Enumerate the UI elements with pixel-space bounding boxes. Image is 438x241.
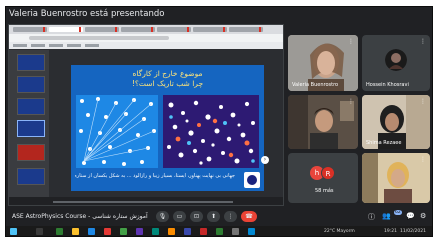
meet-window: Valeria Buenrostro está presentando موضو… bbox=[5, 6, 433, 237]
browser-tabs bbox=[9, 25, 283, 34]
participant-tile[interactable]: ⋮ bbox=[362, 153, 430, 203]
next-slide-icon[interactable]: › bbox=[261, 156, 269, 164]
windows-start-icon[interactable] bbox=[10, 228, 17, 235]
slide-caption: جهانی بی نهایت پهناور، ایستا، بسیار زیبا… bbox=[75, 173, 235, 179]
close-icon[interactable] bbox=[151, 27, 153, 32]
camera-button[interactable]: ▭ bbox=[173, 211, 186, 222]
app-icon[interactable] bbox=[232, 228, 239, 235]
participant-name: Shima Rezaee bbox=[366, 140, 402, 146]
menu-item[interactable] bbox=[67, 44, 81, 47]
close-icon[interactable] bbox=[223, 27, 225, 32]
close-icon[interactable] bbox=[115, 27, 117, 32]
participant-tile[interactable]: Hossein Khosravi ⋮ bbox=[362, 35, 430, 91]
more-options-button[interactable]: ⋮ bbox=[224, 211, 237, 222]
leave-call-button[interactable]: ☎ bbox=[241, 211, 257, 222]
current-slide: موضوع خارج از کارگاه چرا شب تاریک است؟! bbox=[71, 65, 264, 191]
clock-date[interactable]: 11/02/2021 bbox=[400, 229, 426, 234]
people-count-badge: 62 bbox=[394, 210, 402, 215]
star-lines-illustration bbox=[76, 95, 158, 168]
more-options-icon[interactable]: ⋮ bbox=[348, 98, 354, 105]
more-options-icon[interactable]: ⋮ bbox=[420, 98, 426, 105]
others-tile[interactable]: h R 58 más bbox=[288, 153, 358, 203]
slide-thumbnail[interactable] bbox=[17, 98, 45, 115]
browser-tab[interactable] bbox=[13, 27, 47, 32]
close-icon[interactable] bbox=[79, 27, 81, 32]
app-icon[interactable] bbox=[56, 228, 63, 235]
slides-menubar bbox=[9, 42, 283, 49]
browser-tab[interactable] bbox=[193, 27, 227, 32]
call-controls-bar: ASE AstroPhysics Course - آموزش ستاره شن… bbox=[6, 207, 432, 226]
shared-screen: موضوع خارج از کارگاه چرا شب تاریک است؟! bbox=[8, 24, 284, 206]
participant-name: Valeria Buenrostro bbox=[292, 82, 339, 88]
browser-tab[interactable] bbox=[85, 27, 119, 32]
excel-icon[interactable] bbox=[216, 228, 223, 235]
presenter-banner-text: Valeria Buenrostro está presentando bbox=[9, 9, 165, 19]
slide-thumbnails bbox=[9, 50, 49, 205]
present-button[interactable]: ⬆ bbox=[207, 211, 220, 222]
slide-thumbnail[interactable] bbox=[17, 168, 45, 185]
course-logo bbox=[244, 172, 260, 188]
app-icon[interactable] bbox=[104, 228, 111, 235]
close-icon[interactable] bbox=[43, 27, 45, 32]
menu-item[interactable] bbox=[31, 44, 45, 47]
app-icon[interactable] bbox=[248, 228, 255, 235]
browser-tab[interactable] bbox=[121, 27, 155, 32]
menu-item[interactable] bbox=[49, 44, 63, 47]
more-options-icon[interactable]: ⋮ bbox=[420, 38, 426, 45]
slide-title: موضوع خارج از کارگاه bbox=[132, 69, 203, 78]
user-icon bbox=[385, 49, 407, 71]
folder-icon[interactable] bbox=[72, 228, 79, 235]
activities-icon[interactable]: ⚙ bbox=[420, 212, 426, 220]
captions-button[interactable]: ⊡ bbox=[190, 211, 203, 222]
powerpoint-icon[interactable] bbox=[200, 228, 207, 235]
menu-item[interactable] bbox=[85, 44, 99, 47]
more-options-icon[interactable]: ⋮ bbox=[420, 156, 426, 163]
people-icon[interactable]: 👥 bbox=[382, 212, 391, 220]
more-options-icon[interactable]: ⋮ bbox=[348, 38, 354, 45]
app-icon[interactable] bbox=[152, 228, 159, 235]
slide-thumbnail[interactable] bbox=[17, 144, 45, 161]
microphone-button[interactable]: 🎙 bbox=[156, 211, 169, 222]
chrome-icon[interactable] bbox=[120, 228, 127, 235]
browser-tab[interactable] bbox=[157, 27, 191, 32]
app-icon[interactable] bbox=[136, 228, 143, 235]
participant-tile[interactable]: Shima Rezaee ⋮ bbox=[362, 95, 430, 149]
slide-thumbnail[interactable] bbox=[17, 120, 45, 137]
avatar: R bbox=[321, 166, 335, 180]
participant-tile[interactable]: ⋮ bbox=[288, 95, 358, 149]
presenter-banner: Valeria Buenrostro está presentando bbox=[6, 7, 432, 22]
meeting-title: ASE AstroPhysics Course - آموزش ستاره شن… bbox=[12, 213, 148, 220]
slide-thumbnail[interactable] bbox=[17, 54, 45, 71]
word-icon[interactable] bbox=[184, 228, 191, 235]
slide-subtitle: چرا شب تاریک است؟! bbox=[131, 79, 204, 88]
weather-widget[interactable]: 22°C Mayorm bbox=[324, 229, 355, 234]
close-icon[interactable] bbox=[259, 27, 261, 32]
participant-name: Hossein Khosravi bbox=[366, 82, 409, 88]
chat-icon[interactable]: 💬 bbox=[406, 212, 415, 220]
clock-time[interactable]: 19:21 bbox=[384, 229, 397, 234]
menu-item[interactable] bbox=[13, 44, 27, 47]
url-field[interactable] bbox=[29, 36, 169, 40]
info-icon[interactable]: ⓘ bbox=[368, 212, 375, 222]
os-taskbar: 22°C Mayorm 19:21 11/02/2021 bbox=[6, 226, 432, 236]
others-count: 58 más bbox=[315, 188, 334, 194]
starfield-image bbox=[163, 95, 259, 168]
edge-icon[interactable] bbox=[88, 228, 95, 235]
close-icon[interactable] bbox=[187, 27, 189, 32]
slide-thumbnail[interactable] bbox=[17, 76, 45, 93]
search-icon[interactable] bbox=[36, 228, 43, 235]
browser-tab[interactable] bbox=[49, 27, 83, 32]
avatar bbox=[385, 49, 407, 71]
address-bar[interactable] bbox=[9, 34, 283, 42]
presentation-footer bbox=[9, 197, 283, 205]
app-icon[interactable] bbox=[168, 228, 175, 235]
participant-tile[interactable]: Valeria Buenrostro ⋮ bbox=[288, 35, 358, 91]
browser-tab[interactable] bbox=[229, 27, 263, 32]
